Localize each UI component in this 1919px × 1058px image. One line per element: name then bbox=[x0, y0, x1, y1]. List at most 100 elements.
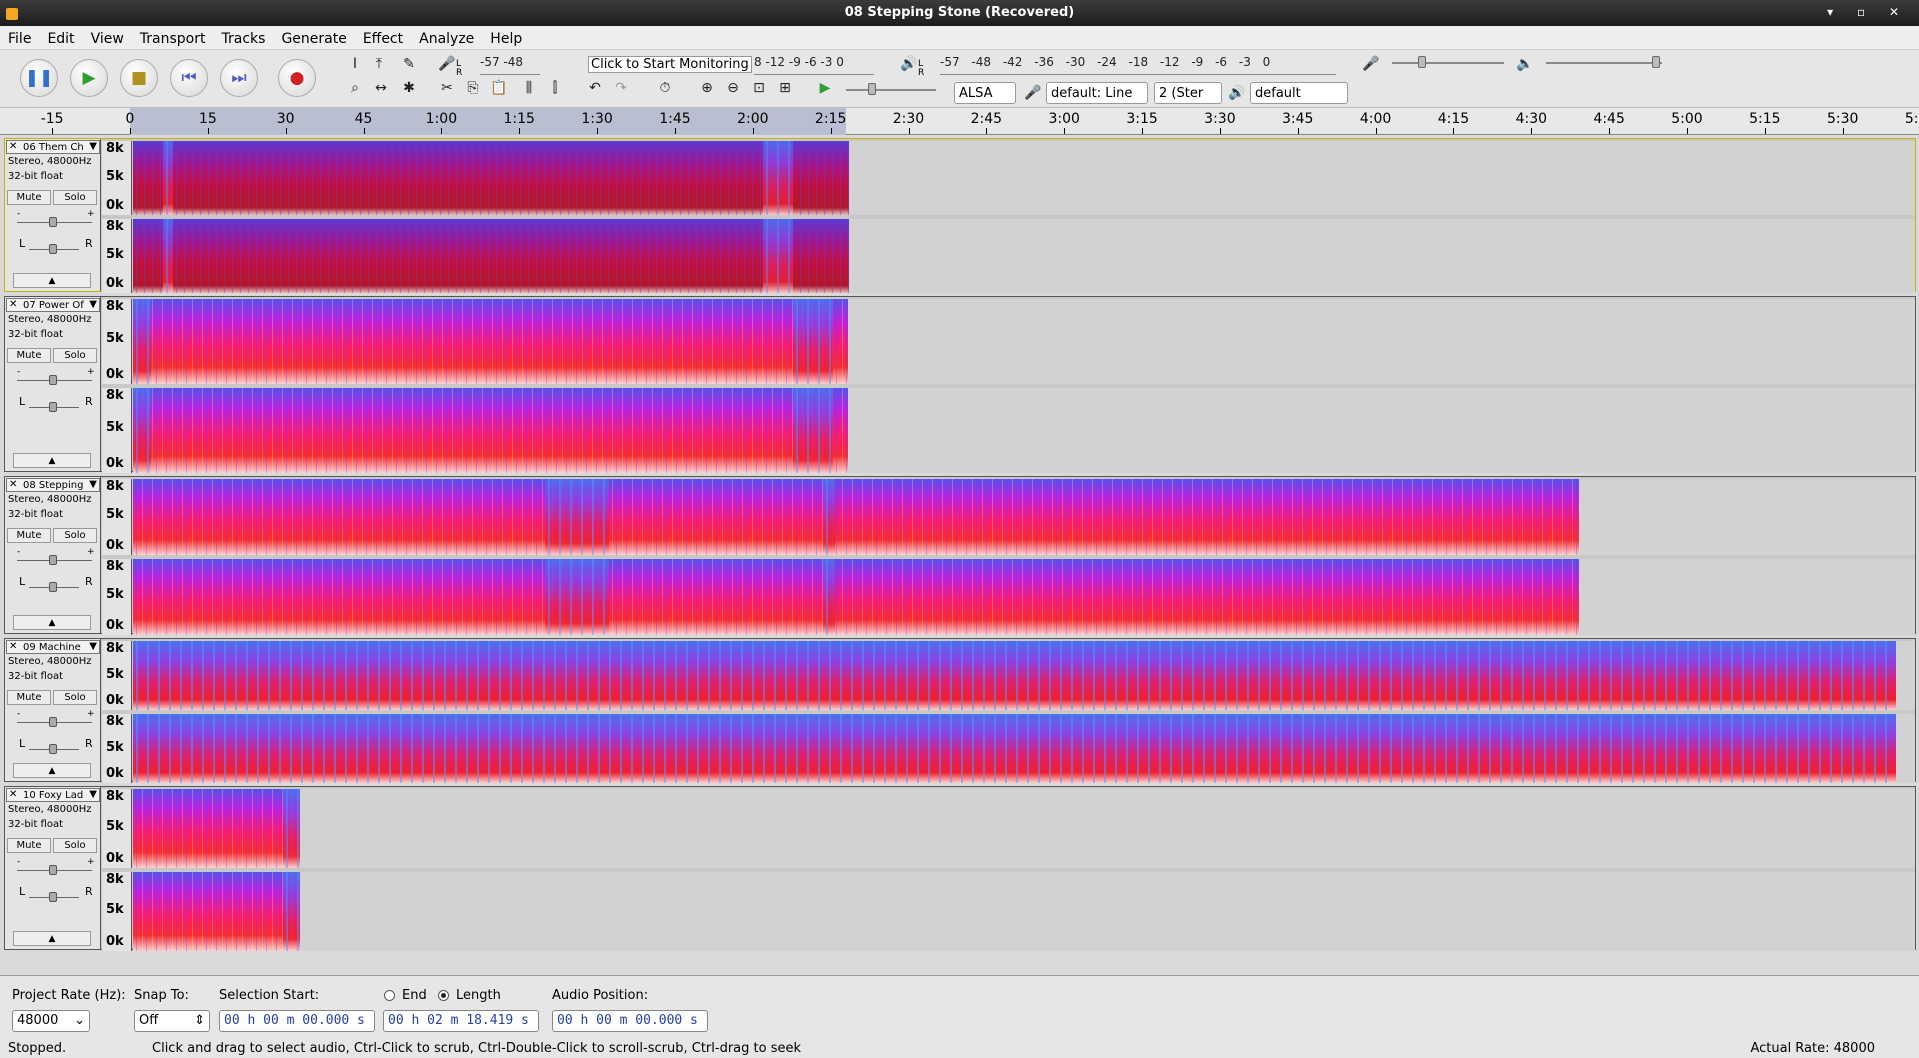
track[interactable]: ✕ 09 Machine ▼ Stereo, 48000Hz 32-bit fl… bbox=[4, 638, 1916, 783]
gain-slider-knob[interactable] bbox=[49, 555, 57, 565]
gain-slider-knob[interactable] bbox=[49, 717, 57, 727]
close-icon[interactable]: ✕ bbox=[9, 141, 17, 152]
channels-select[interactable]: 2 (Ster bbox=[1154, 82, 1222, 104]
channel-spectrogram[interactable] bbox=[133, 714, 1915, 783]
silence-icon[interactable]: ⫿ bbox=[544, 77, 566, 99]
pause-button[interactable]: ❚❚ bbox=[20, 59, 58, 97]
solo-button[interactable]: Solo bbox=[53, 190, 97, 205]
frequency-ruler[interactable]: 8k 5k 0k bbox=[102, 479, 132, 555]
menu-effect[interactable]: Effect bbox=[355, 26, 411, 47]
output-device-select[interactable]: default bbox=[1250, 82, 1348, 104]
audio-clip-spectrogram[interactable] bbox=[133, 219, 849, 293]
zoom-tool-icon[interactable]: ⌕ bbox=[344, 77, 366, 99]
mute-button[interactable]: Mute bbox=[7, 690, 51, 705]
channel-spectrogram[interactable] bbox=[133, 141, 1915, 215]
solo-button[interactable]: Solo bbox=[53, 528, 97, 543]
pan-slider-knob[interactable] bbox=[49, 892, 57, 902]
input-device-select[interactable]: default: Line bbox=[1046, 82, 1148, 104]
input-volume-slider[interactable] bbox=[1392, 62, 1504, 64]
window-controls[interactable]: ▾ ▫ ✕ bbox=[1827, 5, 1909, 19]
play-button[interactable]: ▶ bbox=[70, 59, 108, 97]
output-volume-slider[interactable] bbox=[1546, 62, 1662, 64]
paste-icon[interactable]: 📋 bbox=[488, 77, 510, 99]
audio-clip-spectrogram[interactable] bbox=[133, 714, 1896, 783]
copy-icon[interactable]: ⎘ bbox=[462, 77, 484, 99]
close-icon[interactable]: ✕ bbox=[9, 299, 17, 310]
speaker-icon[interactable]: 🔊 bbox=[898, 53, 920, 75]
audio-position-field[interactable]: 00 h 00 m 00.000 s bbox=[552, 1010, 708, 1032]
channel-spectrogram[interactable] bbox=[133, 789, 1915, 868]
multi-tool-icon[interactable]: ✱ bbox=[398, 77, 420, 99]
audio-clip-spectrogram[interactable] bbox=[133, 141, 849, 215]
mute-button[interactable]: Mute bbox=[7, 348, 51, 363]
envelope-tool-icon[interactable]: ⤒ bbox=[368, 53, 390, 75]
collapse-track-button[interactable]: ▲ bbox=[13, 931, 91, 946]
close-icon[interactable]: ✕ bbox=[9, 789, 17, 800]
sync-lock-icon[interactable]: ⏱ bbox=[654, 77, 676, 99]
frequency-ruler[interactable]: 8k 5k 0k bbox=[102, 299, 132, 384]
menu-analyze[interactable]: Analyze bbox=[411, 26, 482, 47]
project-rate-select[interactable]: 48000 ⌄ bbox=[12, 1010, 90, 1032]
channel-spectrogram[interactable] bbox=[133, 559, 1915, 635]
pan-slider-knob[interactable] bbox=[49, 244, 57, 254]
frequency-ruler[interactable]: 8k 5k 0k bbox=[102, 219, 132, 293]
channel-spectrogram[interactable] bbox=[133, 219, 1915, 293]
fit-project-icon[interactable]: ⊞ bbox=[774, 77, 796, 99]
track-name-menu[interactable]: ✕ 09 Machine ▼ bbox=[6, 640, 100, 654]
channel-spectrogram[interactable] bbox=[133, 388, 1915, 473]
input-volume-knob[interactable] bbox=[1418, 56, 1426, 68]
menu-transport[interactable]: Transport bbox=[132, 26, 214, 47]
track-name-menu[interactable]: ✕ 06 Them Ch ▼ bbox=[6, 140, 100, 154]
record-meter-icon[interactable]: 🎤 bbox=[436, 53, 458, 75]
audio-clip-spectrogram[interactable] bbox=[133, 789, 300, 868]
channel-spectrogram[interactable] bbox=[133, 872, 1915, 951]
track-name-menu[interactable]: ✕ 08 Stepping ▼ bbox=[6, 478, 100, 492]
track[interactable]: ✕ 07 Power Of ▼ Stereo, 48000Hz 32-bit f… bbox=[4, 296, 1916, 473]
pan-slider-knob[interactable] bbox=[49, 582, 57, 592]
mute-button[interactable]: Mute bbox=[7, 190, 51, 205]
pan-slider-knob[interactable] bbox=[49, 402, 57, 412]
trim-icon[interactable]: ⫼ bbox=[518, 77, 540, 99]
play-speed-knob[interactable] bbox=[868, 83, 876, 95]
track-control-panel[interactable]: ✕ 07 Power Of ▼ Stereo, 48000Hz 32-bit f… bbox=[5, 297, 101, 471]
frequency-ruler[interactable]: 8k 5k 0k bbox=[102, 559, 132, 635]
zoom-in-icon[interactable]: ⊕ bbox=[696, 77, 718, 99]
redo-icon[interactable]: ↷ bbox=[610, 77, 632, 99]
channel-spectrogram[interactable] bbox=[133, 641, 1915, 710]
audio-clip-spectrogram[interactable] bbox=[133, 299, 848, 384]
mute-button[interactable]: Mute bbox=[7, 528, 51, 543]
play-meter-scale[interactable]: -57 -48 -42 -36 -30 -24 -18 -12 -9 -6 -3… bbox=[940, 55, 1336, 75]
collapse-track-button[interactable]: ▲ bbox=[13, 273, 91, 288]
audio-host-select[interactable]: ALSA bbox=[954, 82, 1016, 104]
collapse-track-button[interactable]: ▲ bbox=[13, 453, 91, 468]
frequency-ruler[interactable]: 8k 5k 0k bbox=[102, 141, 132, 215]
zoom-out-icon[interactable]: ⊖ bbox=[722, 77, 744, 99]
track[interactable]: ✕ 06 Them Ch ▼ Stereo, 48000Hz 32-bit fl… bbox=[4, 138, 1916, 293]
timeline-ruler[interactable]: -15 0 15 30 45 1:00 1:15 1:30 1:45 2:00 2:15 2:30 2:… bbox=[0, 108, 1919, 135]
gain-slider-knob[interactable] bbox=[49, 217, 57, 227]
close-icon[interactable]: ✕ bbox=[9, 641, 17, 652]
chevron-down-icon[interactable]: ▼ bbox=[89, 479, 97, 490]
audio-clip-spectrogram[interactable] bbox=[133, 388, 848, 473]
frequency-ruler[interactable]: 8k 5k 0k bbox=[102, 789, 132, 868]
gain-slider-knob[interactable] bbox=[49, 375, 57, 385]
chevron-down-icon[interactable]: ▼ bbox=[89, 641, 97, 652]
audio-clip-spectrogram[interactable] bbox=[133, 641, 1896, 710]
frequency-ruler[interactable]: 8k 5k 0k bbox=[102, 714, 132, 783]
track-control-panel[interactable]: ✕ 10 Foxy Lad ▼ Stereo, 48000Hz 32-bit f… bbox=[5, 787, 101, 949]
monitoring-tooltip[interactable]: Click to Start Monitoring bbox=[588, 56, 752, 73]
solo-button[interactable]: Solo bbox=[53, 348, 97, 363]
play-speed-slider[interactable] bbox=[846, 89, 936, 91]
chevron-down-icon[interactable]: ▼ bbox=[89, 141, 97, 152]
menu-tracks[interactable]: Tracks bbox=[214, 26, 274, 47]
output-volume-knob[interactable] bbox=[1652, 56, 1660, 68]
menu-file[interactable]: File bbox=[0, 26, 39, 47]
pan-slider-knob[interactable] bbox=[49, 744, 57, 754]
menu-view[interactable]: View bbox=[83, 26, 132, 47]
track-control-panel[interactable]: ✕ 08 Stepping ▼ Stereo, 48000Hz 32-bit f… bbox=[5, 477, 101, 633]
selection-tool-icon[interactable]: I bbox=[344, 53, 366, 75]
channel-spectrogram[interactable] bbox=[133, 299, 1915, 384]
audio-clip-spectrogram[interactable] bbox=[133, 872, 300, 951]
draw-tool-icon[interactable]: ✎ bbox=[398, 53, 420, 75]
undo-icon[interactable]: ↶ bbox=[584, 77, 606, 99]
